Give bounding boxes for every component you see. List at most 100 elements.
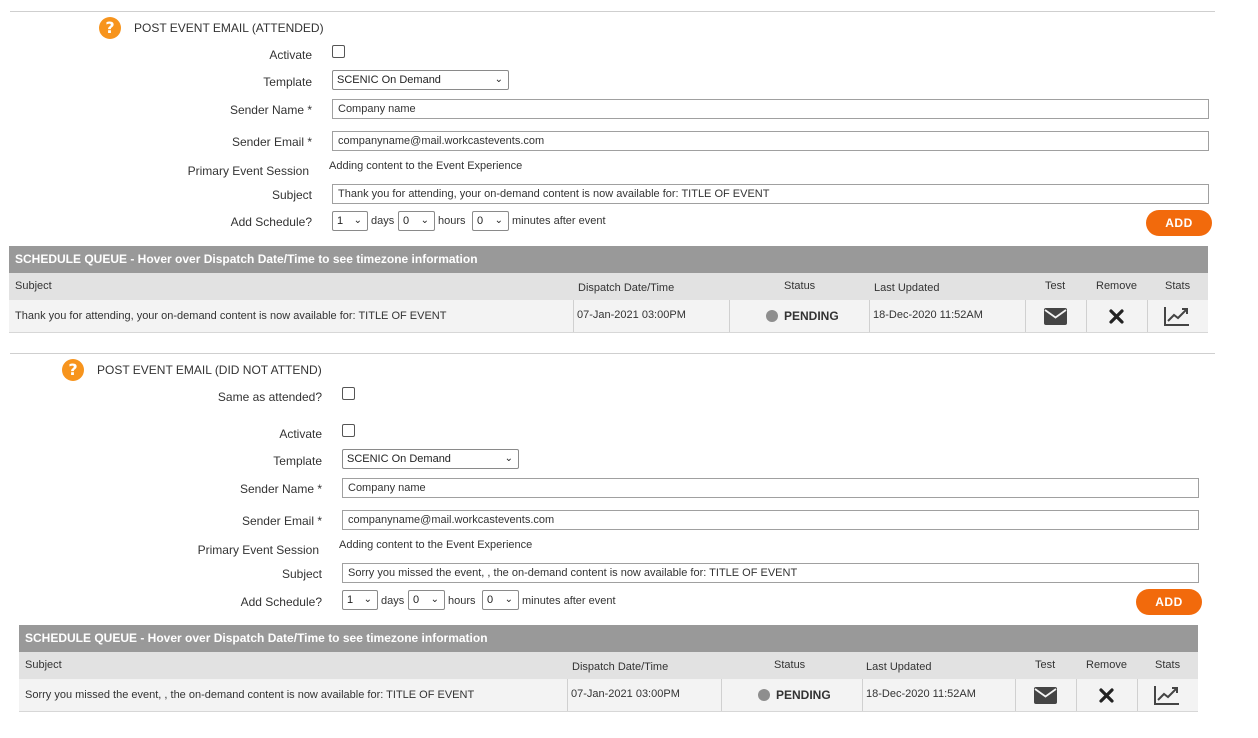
stats-cell	[1137, 679, 1198, 711]
days-label: days	[381, 595, 405, 607]
stats-cell	[1147, 300, 1208, 332]
question-circle-icon[interactable]: ?	[99, 17, 121, 39]
col-last-updated: Last Updated	[866, 661, 932, 673]
sender-name-input[interactable]: Company name	[332, 99, 1209, 119]
status-cell: PENDING	[729, 300, 870, 332]
col-dispatch: Dispatch Date/Time	[572, 661, 669, 673]
subject-input[interactable]: Sorry you missed the event, , the on-dem…	[342, 563, 1199, 583]
envelope-icon[interactable]	[1044, 308, 1067, 325]
primary-session-value: Adding content to the Event Experience	[339, 539, 533, 551]
chevron-down-icon: ⌄	[494, 215, 503, 226]
sender-email-label: Sender Email *	[231, 135, 312, 149]
add-schedule-label: Add Schedule?	[230, 215, 312, 229]
section-divider	[10, 11, 1215, 12]
primary-session-label: Primary Event Session	[197, 543, 319, 557]
col-subject: Subject	[25, 659, 62, 671]
same-as-attended-checkbox[interactable]	[342, 387, 355, 400]
sender-name-label: Sender Name *	[229, 103, 312, 117]
hours-label: hours	[448, 595, 476, 607]
template-label: Template	[263, 75, 312, 89]
template-value: SCENIC On Demand	[337, 74, 441, 86]
primary-session-label: Primary Event Session	[187, 164, 309, 178]
remove-cell	[1076, 679, 1138, 711]
activate-label: Activate	[279, 427, 322, 441]
hours-select[interactable]: 0 ⌄	[398, 211, 435, 231]
same-as-attended-label: Same as attended?	[217, 390, 322, 404]
close-icon[interactable]	[1109, 309, 1124, 324]
minutes-select[interactable]: 0 ⌄	[482, 590, 519, 610]
activate-checkbox[interactable]	[332, 45, 345, 58]
template-select[interactable]: SCENIC On Demand ⌄	[332, 70, 509, 90]
row-dispatch: 07-Jan-2021 03:00PM	[577, 309, 686, 321]
dispatch-cell[interactable]: 07-Jan-2021 03:00PM	[573, 300, 730, 332]
chevron-down-icon: ⌄	[504, 594, 513, 605]
minutes-value: 0	[477, 215, 484, 227]
minutes-label: minutes after event	[522, 595, 616, 607]
subject-cell: Sorry you missed the event, , the on-dem…	[19, 679, 568, 711]
subject-input[interactable]: Thank you for attending, your on-demand …	[332, 184, 1209, 204]
chevron-down-icon: ⌄	[504, 453, 513, 464]
hours-select[interactable]: 0 ⌄	[408, 590, 445, 610]
col-status: Status	[784, 280, 816, 292]
close-icon[interactable]	[1099, 688, 1114, 703]
chevron-down-icon: ⌄	[420, 215, 429, 226]
hours-label: hours	[438, 215, 466, 227]
queue-column-headers: Subject Dispatch Date/Time Status Last U…	[19, 652, 1198, 679]
row-status: PENDING	[784, 309, 839, 323]
row-subject: Sorry you missed the event, , the on-dem…	[25, 689, 475, 701]
activate-checkbox[interactable]	[342, 424, 355, 437]
days-label: days	[371, 215, 395, 227]
table-row: Thank you for attending, your on-demand …	[9, 300, 1208, 333]
days-select[interactable]: 1 ⌄	[332, 211, 368, 231]
hours-value: 0	[403, 215, 410, 227]
updated-cell: 18-Dec-2020 11:52AM	[869, 300, 1026, 332]
line-chart-icon[interactable]	[1164, 306, 1190, 326]
chevron-down-icon: ⌄	[363, 594, 372, 605]
minutes-select[interactable]: 0 ⌄	[472, 211, 509, 231]
sender-email-input[interactable]: companyname@mail.workcastevents.com	[342, 510, 1199, 530]
sender-name-label: Sender Name *	[239, 482, 322, 496]
subject-label: Subject	[271, 188, 312, 202]
row-last-updated: 18-Dec-2020 11:52AM	[866, 688, 976, 700]
row-last-updated: 18-Dec-2020 11:52AM	[873, 309, 983, 321]
hours-value: 0	[413, 594, 420, 606]
col-remove: Remove	[1096, 280, 1137, 292]
line-chart-icon[interactable]	[1154, 685, 1180, 705]
envelope-icon[interactable]	[1034, 687, 1057, 704]
primary-session-value: Adding content to the Event Experience	[329, 160, 523, 172]
col-status: Status	[774, 659, 806, 671]
col-subject: Subject	[15, 280, 52, 292]
dispatch-cell[interactable]: 07-Jan-2021 03:00PM	[567, 679, 722, 711]
test-cell	[1015, 679, 1077, 711]
table-row: Sorry you missed the event, , the on-dem…	[19, 679, 1198, 712]
updated-cell: 18-Dec-2020 11:52AM	[862, 679, 1016, 711]
template-select[interactable]: SCENIC On Demand ⌄	[342, 449, 519, 469]
status-dot-icon	[766, 310, 778, 322]
days-select[interactable]: 1 ⌄	[342, 590, 378, 610]
row-status: PENDING	[776, 688, 831, 702]
col-test: Test	[1045, 280, 1066, 292]
sender-email-label: Sender Email *	[241, 514, 322, 528]
col-last-updated: Last Updated	[874, 282, 940, 294]
chevron-down-icon: ⌄	[353, 215, 362, 226]
subject-label: Subject	[281, 567, 322, 581]
days-value: 1	[337, 215, 344, 227]
status-dot-icon	[758, 689, 770, 701]
minutes-value: 0	[487, 594, 494, 606]
remove-cell	[1086, 300, 1148, 332]
add-schedule-label: Add Schedule?	[240, 595, 322, 609]
col-stats: Stats	[1155, 659, 1181, 671]
section-title: POST EVENT EMAIL (DID NOT ATTEND)	[97, 363, 322, 377]
chevron-down-icon: ⌄	[494, 74, 503, 85]
minutes-label: minutes after event	[512, 215, 606, 227]
schedule-queue-header: SCHEDULE QUEUE - Hover over Dispatch Dat…	[19, 625, 1198, 652]
add-schedule-button[interactable]: ADD	[1136, 589, 1202, 615]
question-circle-icon[interactable]: ?	[62, 359, 84, 381]
test-cell	[1025, 300, 1087, 332]
sender-email-input[interactable]: companyname@mail.workcastevents.com	[332, 131, 1209, 151]
sender-name-input[interactable]: Company name	[342, 478, 1199, 498]
add-schedule-button[interactable]: ADD	[1146, 210, 1212, 236]
queue-column-headers: Subject Dispatch Date/Time Status Last U…	[9, 273, 1208, 300]
row-dispatch: 07-Jan-2021 03:00PM	[571, 688, 680, 700]
col-dispatch: Dispatch Date/Time	[578, 282, 675, 294]
